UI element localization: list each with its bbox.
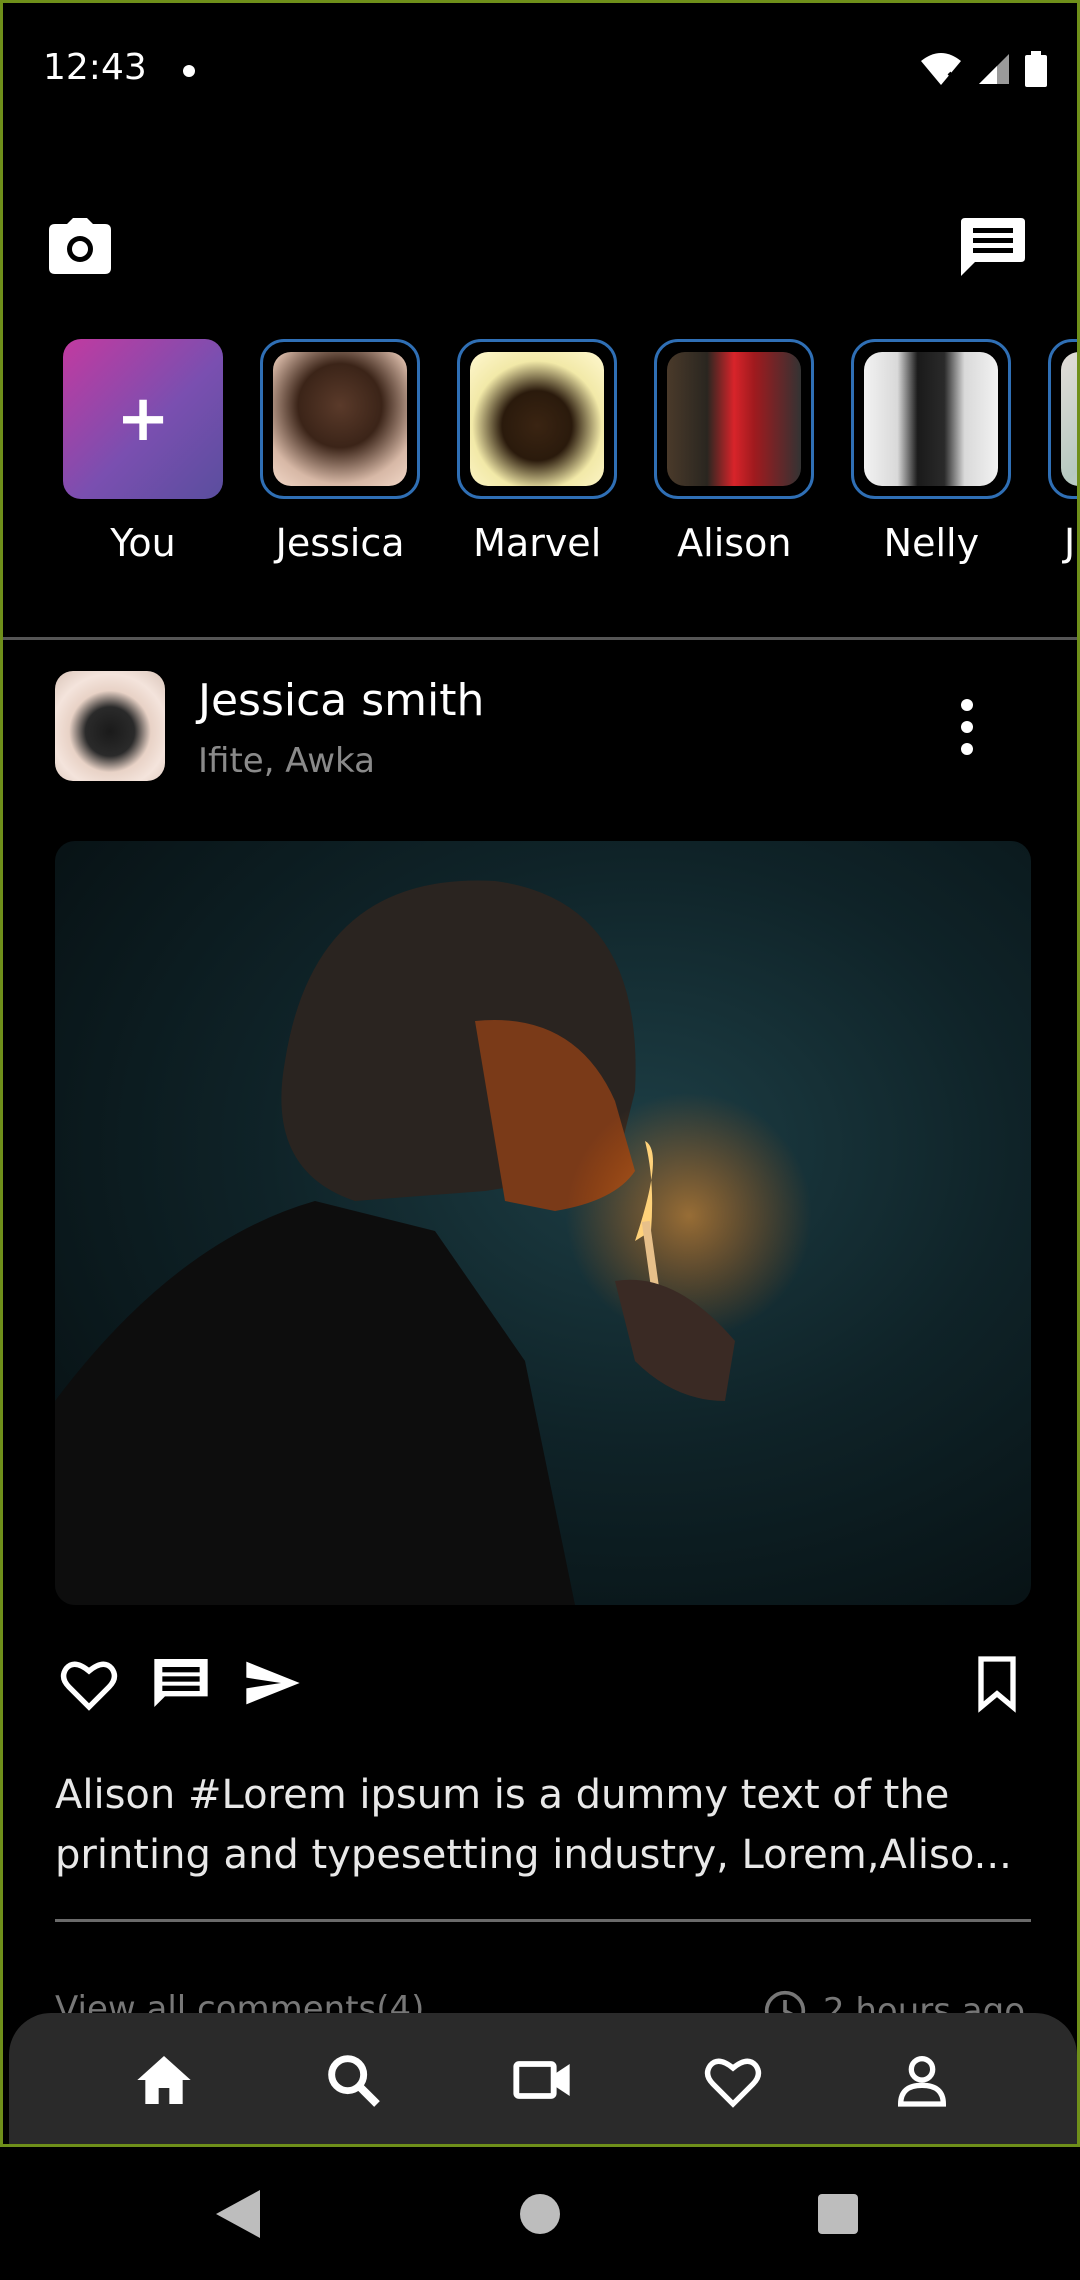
story-avatar: [470, 352, 605, 486]
story-avatar: [864, 352, 999, 486]
story-avatar-frame: +: [63, 339, 223, 499]
story-jessica[interactable]: Jessica: [260, 339, 421, 565]
messages-icon: [961, 218, 1025, 276]
messages-button[interactable]: [961, 218, 1025, 278]
app-frame: 12:43 + You Jessica Marvel Alison Nelly …: [0, 0, 1080, 2147]
video-icon: [513, 2061, 570, 2099]
post-author-avatar[interactable]: [55, 671, 165, 781]
status-time: 12:43: [43, 47, 147, 88]
back-icon[interactable]: [216, 2190, 262, 2238]
more-dot-icon: [961, 699, 973, 711]
stories-divider: [3, 637, 1077, 640]
person-icon: [898, 2056, 947, 2107]
heart-outline-icon: [704, 2058, 761, 2108]
status-bar: 12:43: [3, 3, 1077, 138]
home-circle-icon[interactable]: [520, 2194, 560, 2234]
comment-icon: [154, 1659, 208, 1707]
story-avatar: +: [63, 339, 223, 499]
story-avatar: [273, 352, 408, 486]
story-name: Jessica: [275, 521, 405, 565]
bookmark-icon: [978, 1656, 1016, 1713]
more-dot-icon: [961, 743, 973, 755]
story-avatar-frame: [457, 339, 618, 499]
like-button[interactable]: [57, 1651, 121, 1715]
comment-button[interactable]: [149, 1651, 213, 1715]
story-avatar: [667, 352, 802, 486]
nav-profile[interactable]: [890, 2048, 954, 2112]
story-name: You: [110, 521, 176, 565]
story-name: Nelly: [883, 521, 980, 565]
recent-apps-icon[interactable]: [818, 2194, 858, 2234]
stories-row: + You Jessica Marvel Alison Nelly J: [63, 339, 1077, 579]
bottom-navigation: [9, 2013, 1077, 2144]
nav-home[interactable]: [132, 2048, 196, 2112]
more-dot-icon: [961, 721, 973, 733]
nav-search[interactable]: [321, 2048, 385, 2112]
camera-button[interactable]: [49, 218, 111, 274]
post-author-name[interactable]: Jessica smith: [198, 675, 484, 726]
wifi-off-icon: [921, 53, 961, 85]
story-marvel[interactable]: Marvel: [457, 339, 618, 565]
post-image[interactable]: [55, 841, 1031, 1605]
story-avatar: [1061, 352, 1077, 486]
story-avatar-frame: [1048, 339, 1077, 499]
home-icon: [137, 2056, 191, 2104]
post-photo-illustration: [55, 880, 865, 1605]
signal-icon: [979, 54, 1009, 84]
send-icon: [246, 1661, 300, 1705]
caption-divider: [55, 1919, 1031, 1922]
story-name: Jessica: [1064, 521, 1077, 565]
post-location: Ifite, Awka: [198, 741, 375, 781]
story-jessica-2[interactable]: Jessica: [1048, 339, 1077, 565]
nav-activity[interactable]: [701, 2048, 765, 2112]
bookmark-button[interactable]: [965, 1651, 1029, 1715]
story-avatar-frame: [851, 339, 1012, 499]
status-icons: [919, 51, 1047, 87]
story-nelly[interactable]: Nelly: [851, 339, 1012, 565]
camera-icon: [49, 218, 111, 274]
share-button[interactable]: [241, 1651, 305, 1715]
heart-outline-icon: [60, 1661, 118, 1711]
story-name: Alison: [677, 521, 792, 565]
more-options-button[interactable]: [957, 699, 977, 755]
post-caption: Alison #Lorem ipsum is a dummy text of t…: [55, 1772, 1012, 1878]
add-story-icon: +: [116, 382, 170, 456]
notification-dot-icon: [183, 65, 195, 77]
story-alison[interactable]: Alison: [654, 339, 815, 565]
story-name: Marvel: [473, 521, 602, 565]
nav-video[interactable]: [511, 2048, 575, 2112]
battery-icon: [1025, 51, 1047, 87]
story-avatar-frame: [260, 339, 421, 499]
search-icon: [328, 2055, 381, 2107]
story-you[interactable]: + You: [63, 339, 223, 565]
story-avatar-frame: [654, 339, 815, 499]
